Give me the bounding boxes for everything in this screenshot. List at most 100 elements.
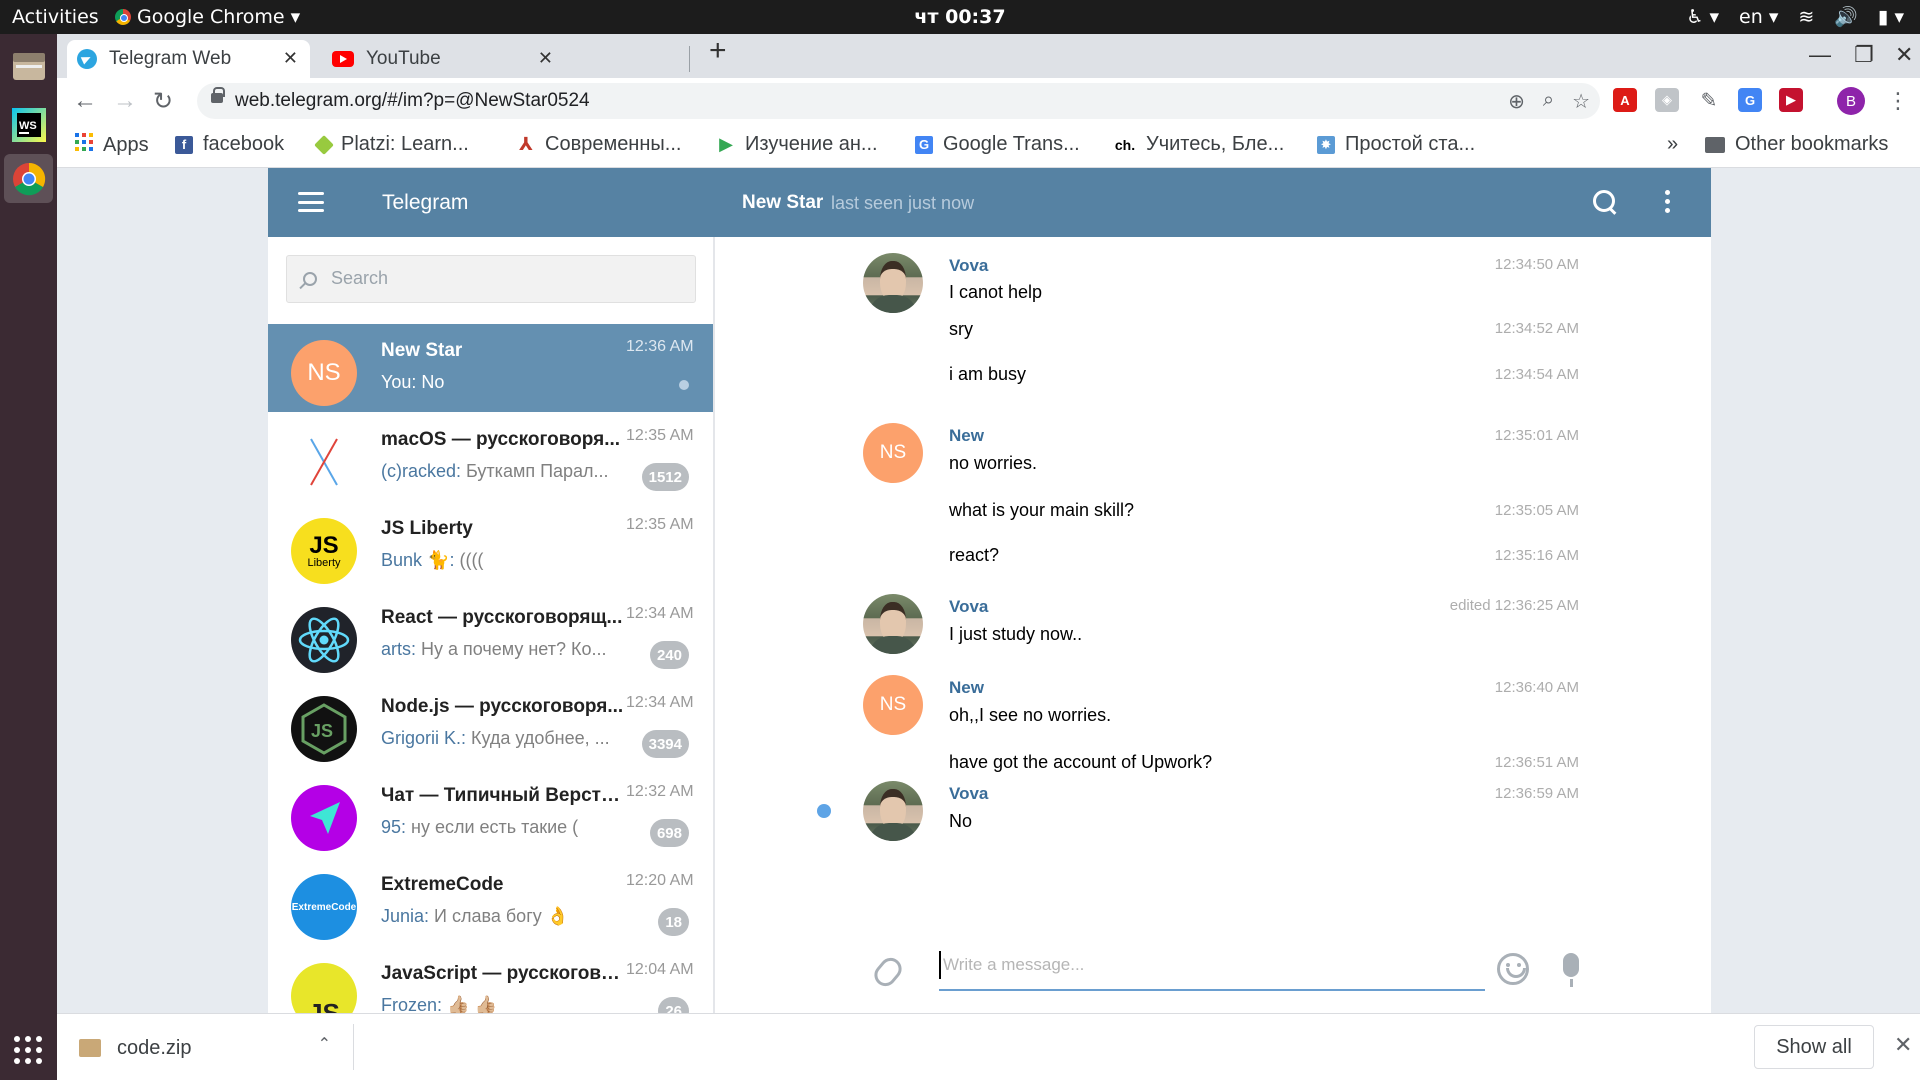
message-author[interactable]: Vova — [949, 256, 988, 276]
other-bookmarks[interactable]: Other bookmarks — [1705, 133, 1888, 156]
message-time: 12:36:40 AM — [1494, 679, 1579, 696]
message-time: 12:35:01 AM — [1494, 427, 1579, 444]
tab-close-icon[interactable]: ✕ — [283, 48, 298, 69]
dock-chrome-icon[interactable] — [4, 154, 53, 203]
message-author[interactable]: Vova — [949, 597, 988, 617]
battery-icon[interactable]: ▮ ▾ — [1878, 6, 1904, 28]
dock-files-icon[interactable] — [4, 42, 53, 91]
bookmark-izuchenie[interactable]: ▶ Изучение ан... — [717, 133, 878, 156]
message-author[interactable]: New — [949, 678, 984, 698]
avatar[interactable] — [863, 594, 923, 654]
url-text[interactable]: web.telegram.org/#/im?p=@NewStar0524 — [235, 90, 590, 112]
peer-status: last seen just now — [831, 193, 975, 213]
hamburger-menu-icon[interactable] — [298, 192, 324, 212]
dialog-item-tipichny-verstalshik[interactable]: Чат — Типичный Верста... 12:32 AM 95: ну… — [268, 769, 713, 857]
chrome-menu-icon[interactable]: ⋮ — [1887, 88, 1909, 114]
zoom-icon[interactable]: ⌕ — [1543, 89, 1554, 114]
dialog-title: JavaScript — русскогово... — [381, 963, 626, 984]
message-text: have got the account of Upwork? — [949, 752, 1213, 772]
forward-button[interactable]: → — [113, 87, 137, 115]
avatar[interactable] — [863, 781, 923, 841]
red-extension-icon[interactable]: ▶ — [1779, 88, 1803, 112]
bookmark-star-icon[interactable]: ☆ — [1572, 89, 1590, 114]
search-input[interactable] — [331, 268, 671, 289]
bookmarks-overflow-button[interactable]: » — [1667, 133, 1678, 156]
tab-telegram-web[interactable]: Telegram Web ✕ — [67, 40, 310, 78]
new-tab-button[interactable]: + — [709, 34, 727, 68]
reload-button[interactable]: ↻ — [153, 87, 173, 116]
avatar[interactable]: NS — [863, 675, 923, 735]
dialog-item-js-liberty[interactable]: JS Liberty JS Liberty 12:35 AM Bunk 🐈: (… — [268, 502, 713, 590]
google-translate-extension-icon[interactable]: G — [1738, 88, 1762, 112]
unread-badge: 1512 — [641, 463, 689, 491]
angular-extension-icon[interactable]: A — [1613, 88, 1637, 112]
dialog-list-sidebar: NS New Star 12:36 AM You: No macOS — рус… — [268, 237, 715, 1013]
close-window-button[interactable]: ✕ — [1895, 42, 1913, 68]
dialog-item-macos[interactable]: macOS — русскоговоря... 12:35 AM (c)rack… — [268, 413, 713, 501]
bookmark-google-translate[interactable]: G Google Trans... — [915, 133, 1080, 156]
bookmark-sovremenny[interactable]: ⅄ Современны... — [517, 133, 681, 156]
dialog-preview: Frozen: 👍🏼 👍🏼 — [381, 995, 497, 1013]
search-icon[interactable] — [1593, 190, 1617, 214]
lock-icon[interactable] — [211, 87, 225, 103]
address-bar[interactable]: web.telegram.org/#/im?p=@NewStar0524 ⊕ ⌕… — [197, 83, 1600, 119]
show-all-button[interactable]: Show all — [1754, 1025, 1874, 1069]
macos-x-logo-icon — [291, 429, 357, 495]
tree-icon: ⅄ — [519, 134, 533, 154]
search-field[interactable] — [286, 255, 696, 303]
more-options-icon[interactable] — [1665, 190, 1670, 213]
bookmark-uchites[interactable]: ch. Учитесь, Бле... — [1114, 133, 1284, 156]
avatar[interactable]: NS — [863, 423, 923, 483]
eyedropper-extension-icon[interactable]: ✎ — [1697, 88, 1721, 112]
nodejs-logo-icon: JS — [291, 696, 357, 762]
bookmark-platzi[interactable]: Platzi: Learn... — [314, 133, 469, 156]
message-input[interactable] — [939, 951, 1485, 979]
chevron-up-icon[interactable]: ⌃ — [318, 1034, 331, 1054]
download-filename[interactable]: code.zip — [117, 1037, 192, 1060]
wifi-icon[interactable]: ≋ — [1798, 6, 1814, 28]
back-button[interactable]: ← — [73, 87, 97, 115]
telegram-header: Telegram New Star last seen just now — [268, 168, 1711, 237]
accessibility-icon[interactable]: ♿ ▾ — [1686, 6, 1719, 28]
message-author[interactable]: New — [949, 426, 984, 446]
platzi-icon — [314, 134, 334, 155]
volume-icon[interactable]: 🔊 — [1834, 5, 1858, 28]
dialog-item-new-star[interactable]: NS New Star 12:36 AM You: No — [268, 324, 713, 412]
system-tray[interactable]: ♿ ▾ en ▾ ≋ 🔊 ▮ ▾ — [1686, 5, 1904, 29]
divider — [353, 1024, 354, 1070]
language-indicator[interactable]: en ▾ — [1739, 6, 1778, 28]
profile-avatar[interactable]: B — [1837, 87, 1865, 115]
bookmark-prostoy[interactable]: ✸ Простой ста... — [1317, 133, 1475, 156]
dock-webstorm-icon[interactable]: WS — [4, 100, 53, 149]
bookmark-apps[interactable]: Apps — [75, 133, 149, 157]
show-applications-icon[interactable] — [14, 1036, 42, 1064]
clock[interactable]: чт 00:37 — [0, 6, 1920, 28]
peer-name[interactable]: New Star — [742, 192, 823, 214]
avatar[interactable] — [863, 253, 923, 313]
folder-icon — [1705, 136, 1725, 153]
message-text: i am busy — [949, 364, 1027, 384]
maximize-button[interactable]: ❐ — [1854, 42, 1874, 68]
emoji-icon[interactable] — [1497, 953, 1529, 985]
close-shelf-icon[interactable]: ✕ — [1894, 1032, 1912, 1058]
dialog-item-extremecode[interactable]: ExtremeCode ExtremeCode 12:20 AM Junia: … — [268, 858, 713, 946]
install-app-icon[interactable]: ⊕ — [1508, 89, 1525, 114]
js-liberty-logo-icon: JS Liberty — [291, 518, 357, 584]
dialog-item-react[interactable]: React — русскоговорящ... 12:34 AM arts: … — [268, 591, 713, 679]
dialog-time: 12:34 AM — [626, 694, 694, 711]
attach-paperclip-icon[interactable] — [869, 953, 907, 991]
shield-extension-icon[interactable]: ◈ — [1655, 88, 1679, 112]
tab-close-icon[interactable]: ✕ — [538, 48, 553, 69]
dialog-item-javascript[interactable]: JS JavaScript — русскогово... 12:04 AM F… — [268, 947, 713, 1013]
dialog-item-nodejs[interactable]: JS Node.js — русскоговоря... 12:34 AM Gr… — [268, 680, 713, 768]
tab-youtube[interactable]: YouTube ✕ — [322, 40, 565, 78]
microphone-icon[interactable] — [1563, 953, 1579, 987]
unread-badge: 698 — [649, 819, 689, 847]
message-input-wrapper[interactable] — [939, 951, 1485, 991]
download-item[interactable]: code.zip ⌃ — [77, 1026, 353, 1070]
bookmark-facebook[interactable]: f facebook — [175, 133, 284, 156]
minimize-button[interactable]: — — [1809, 42, 1831, 68]
unread-dot — [817, 804, 831, 818]
play-icon: ▶ — [719, 134, 733, 154]
message-author[interactable]: Vova — [949, 784, 988, 804]
